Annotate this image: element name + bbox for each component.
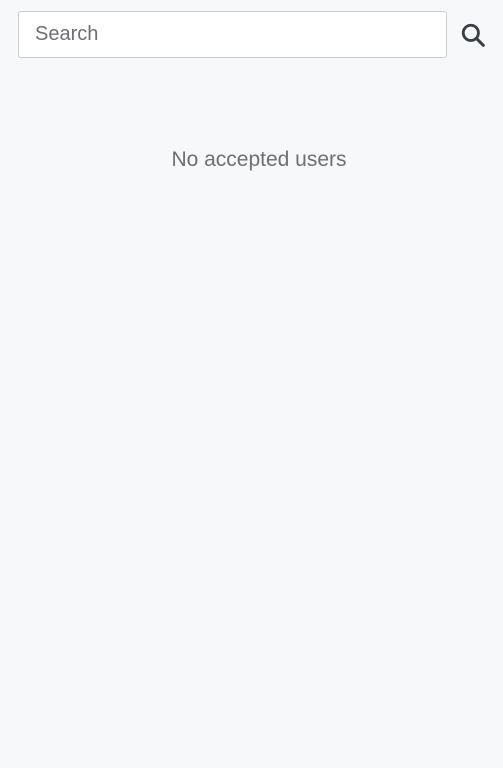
- accepted-users-panel: No accepted users: [0, 0, 503, 768]
- empty-state-message: No accepted users: [171, 148, 347, 171]
- search-bar: [18, 11, 493, 58]
- search-input[interactable]: [18, 11, 447, 58]
- search-icon: [461, 23, 485, 47]
- search-button[interactable]: [455, 17, 491, 53]
